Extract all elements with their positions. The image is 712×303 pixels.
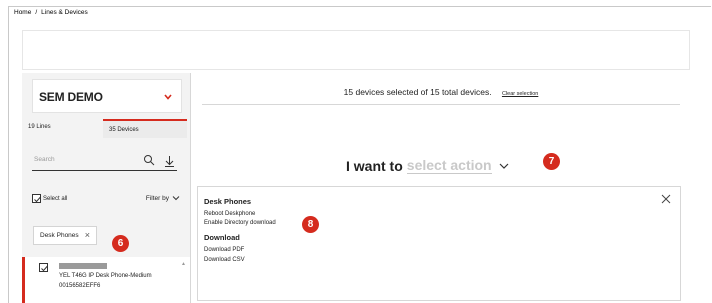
scroll-up-icon[interactable]: ▲ <box>181 261 186 267</box>
tab-devices[interactable]: 35 Devices <box>103 119 187 138</box>
select-all-label: Select all <box>43 195 68 202</box>
breadcrumb: Home / Lines & Devices <box>14 9 88 16</box>
selection-summary: 15 devices selected of 15 total devices.… <box>202 81 680 105</box>
breadcrumb-current: Lines & Devices <box>41 9 88 16</box>
lines-devices-tabs: 19 Lines 35 Devices <box>26 119 187 138</box>
account-name: SEM DEMO <box>39 90 103 104</box>
selection-text: 15 devices selected of 15 total devices. <box>343 87 492 97</box>
left-panel: SEM DEMO 19 Lines 35 Devices Search Sele… <box>22 73 191 303</box>
device-checkbox[interactable] <box>39 263 48 272</box>
check-icon <box>41 265 48 272</box>
action-prefix: I want to <box>346 157 403 174</box>
redacted-text <box>59 263 107 269</box>
search-input[interactable]: Search <box>32 153 177 171</box>
filter-by-label: Filter by <box>145 194 169 202</box>
step-badge-8: 8 <box>302 216 319 233</box>
search-placeholder: Search <box>34 156 55 163</box>
checkbox[interactable] <box>32 194 41 203</box>
close-icon[interactable]: × <box>85 230 90 240</box>
breadcrumb-separator: / <box>35 9 38 16</box>
step-badge-6: 6 <box>112 235 129 252</box>
section-heading-desk-phones: Desk Phones <box>204 197 252 206</box>
menu-item-download-pdf[interactable]: Download PDF <box>204 247 244 253</box>
filter-by-button[interactable]: Filter by <box>146 194 180 202</box>
main-panel: 15 devices selected of 15 total devices.… <box>192 73 690 303</box>
breadcrumb-home[interactable]: Home <box>14 9 31 16</box>
chevron-down-icon[interactable] <box>498 160 510 172</box>
menu-item-reboot-deskphone[interactable]: Reboot Deskphone <box>204 211 255 217</box>
select-all-checkbox[interactable]: Select all <box>32 194 67 203</box>
menu-item-enable-directory-download[interactable]: Enable Directory download <box>204 220 276 226</box>
close-icon[interactable] <box>660 193 672 205</box>
tab-lines[interactable]: 19 Lines <box>26 119 103 138</box>
action-dropdown[interactable]: select action <box>406 157 492 174</box>
search-icon[interactable] <box>143 154 155 166</box>
filter-chip[interactable]: Desk Phones × <box>33 226 97 245</box>
step-badge-7: 7 <box>543 153 560 170</box>
download-icon[interactable] <box>164 155 175 167</box>
clear-selection-link[interactable]: Clear selection <box>502 91 538 97</box>
chevron-down-icon <box>172 196 180 201</box>
chevron-down-icon <box>164 94 172 100</box>
action-selector[interactable]: I want to select action <box>346 157 510 174</box>
check-icon <box>34 196 41 203</box>
menu-item-download-csv[interactable]: Download CSV <box>204 257 245 263</box>
list-item[interactable]: YEL T46G IP Desk Phone-Medium 00156582EF… <box>22 257 190 303</box>
account-selector[interactable]: SEM DEMO <box>32 79 182 113</box>
header-banner <box>22 30 690 70</box>
action-menu-panel: Desk Phones Reboot Deskphone Enable Dire… <box>197 186 681 301</box>
filter-chip-label: Desk Phones <box>40 232 79 239</box>
section-heading-download: Download <box>204 233 240 242</box>
device-id: 00156582EFF6 <box>59 283 101 289</box>
device-name: YEL T46G IP Desk Phone-Medium <box>59 273 152 279</box>
